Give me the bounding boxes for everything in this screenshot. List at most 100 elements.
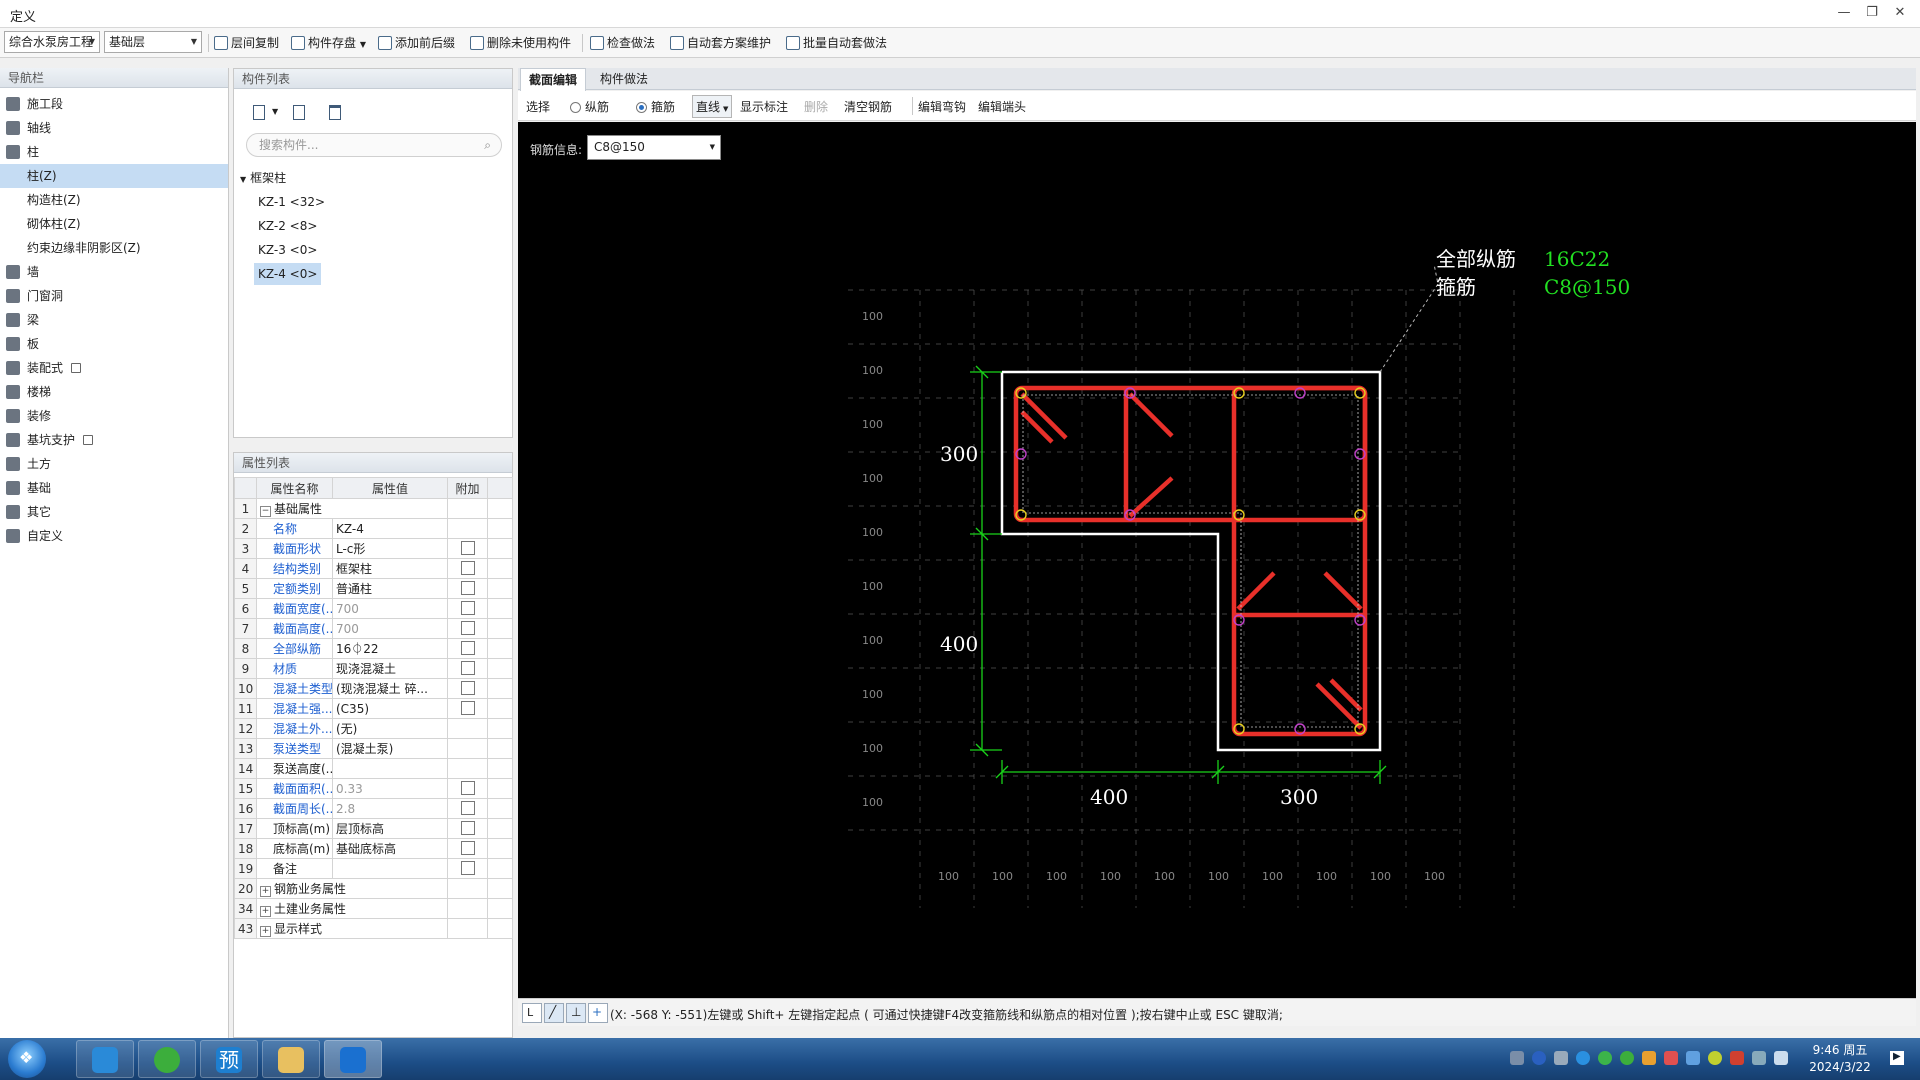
table-row[interactable]: 5 定额类别 普通柱 bbox=[234, 578, 513, 599]
component-item-kz2[interactable]: KZ-2 <8> bbox=[258, 215, 317, 237]
delete-unused-button[interactable]: 删除未使用构件 bbox=[470, 33, 571, 53]
stirrup-radio[interactable]: 箍筋 bbox=[636, 98, 675, 115]
edit-hook-button[interactable]: 编辑弯钩 bbox=[918, 98, 966, 115]
tree-group-frame-column[interactable]: ▼ 框架柱 bbox=[240, 167, 286, 189]
taskbar-app-preview[interactable]: 预 bbox=[200, 1040, 258, 1078]
table-row[interactable]: 14 泵送高度(... bbox=[234, 758, 513, 779]
nav-item-beam[interactable]: 梁 bbox=[0, 308, 228, 332]
perpendicular-button[interactable]: ⊥ bbox=[566, 1003, 586, 1023]
attach-checkbox[interactable] bbox=[460, 801, 475, 815]
long-bar-radio[interactable]: 纵筋 bbox=[570, 98, 609, 115]
start-button[interactable]: ❖ bbox=[8, 1040, 46, 1078]
table-row[interactable]: 9 材质 现浇混凝土 bbox=[234, 658, 513, 679]
tray-status-icon[interactable] bbox=[1708, 1051, 1722, 1065]
property-value[interactable] bbox=[332, 858, 448, 879]
point-snap-button[interactable]: + bbox=[588, 1003, 608, 1023]
nav-item-door-window[interactable]: 门窗洞 bbox=[0, 284, 228, 308]
component-item-kz1[interactable]: KZ-1 <32> bbox=[258, 191, 325, 213]
nav-item-foundation[interactable]: 基础 bbox=[0, 476, 228, 500]
property-value[interactable]: 框架柱 bbox=[332, 558, 448, 579]
copy-between-floors-button[interactable]: 层间复制 bbox=[214, 33, 279, 53]
collapse-icon[interactable]: − bbox=[260, 506, 271, 517]
taskbar-app-browser[interactable] bbox=[138, 1040, 196, 1078]
table-row[interactable]: 8 全部纵筋 16⏀22 bbox=[234, 638, 513, 659]
table-row[interactable]: 6 截面宽度(... 700 bbox=[234, 598, 513, 619]
attach-checkbox[interactable] bbox=[460, 781, 475, 795]
property-value[interactable]: 0.33 bbox=[332, 778, 448, 799]
tray-volume-muted-icon[interactable] bbox=[1730, 1051, 1744, 1065]
component-item-kz3[interactable]: KZ-3 <0> bbox=[258, 239, 317, 261]
auto-scheme-button[interactable]: 自动套方案维护 bbox=[670, 33, 771, 53]
attach-checkbox[interactable] bbox=[460, 681, 475, 695]
table-row[interactable]: 2 名称 KZ-4 bbox=[234, 518, 513, 539]
tab-component-method[interactable]: 构件做法 bbox=[592, 68, 656, 90]
attach-checkbox[interactable] bbox=[460, 641, 475, 655]
restore-button[interactable]: ❐ bbox=[1862, 4, 1882, 22]
tray-speaker-icon[interactable] bbox=[1774, 1051, 1788, 1065]
edit-end-button[interactable]: 编辑端头 bbox=[978, 98, 1026, 115]
nav-item-pit-support[interactable]: 基坑支护 bbox=[0, 428, 228, 452]
table-row[interactable]: 13 泵送类型 (混凝土泵) bbox=[234, 738, 513, 759]
table-row[interactable]: 16 截面周长(... 2.8 bbox=[234, 798, 513, 819]
table-row[interactable]: 18 底标高(m) 基础底标高 bbox=[234, 838, 513, 859]
table-row[interactable]: 43 + 显示样式 bbox=[234, 918, 513, 939]
tray-network-icon[interactable] bbox=[1686, 1051, 1700, 1065]
section-canvas[interactable]: 钢筋信息: C8@150 ▼ 100 100 100 100 100 100 100 100 10… bbox=[518, 122, 1916, 998]
table-row[interactable]: 17 顶标高(m) 层顶标高 bbox=[234, 818, 513, 839]
clock[interactable]: 9:46 周五 2024/3/22 bbox=[1800, 1042, 1880, 1076]
batch-auto-method-button[interactable]: 批量自动套做法 bbox=[786, 33, 887, 53]
show-label-button[interactable]: 显示标注 bbox=[740, 98, 788, 115]
table-row[interactable]: 11 混凝土强... (C35) bbox=[234, 698, 513, 719]
nav-item-decoration[interactable]: 装修 bbox=[0, 404, 228, 428]
new-component-button[interactable] bbox=[248, 102, 270, 124]
attach-checkbox[interactable] bbox=[460, 661, 475, 675]
nav-item-slab[interactable]: 板 bbox=[0, 332, 228, 356]
project-combo[interactable]: 综合水泵房工程 ▼ bbox=[4, 31, 100, 53]
nav-item-construction-section[interactable]: 施工段 bbox=[0, 92, 228, 116]
table-row[interactable]: 12 混凝土外... (无) bbox=[234, 718, 513, 739]
nav-item-boundary-zone[interactable]: 约束边缘非阴影区(Z) bbox=[0, 236, 228, 260]
property-value[interactable]: KZ-4 bbox=[332, 518, 448, 539]
show-desktop-button[interactable]: ▶ bbox=[1890, 1051, 1904, 1065]
property-value[interactable]: 16⏀22 bbox=[332, 638, 448, 659]
property-value[interactable] bbox=[332, 758, 448, 779]
table-row[interactable]: 10 混凝土类型 (现浇混凝土 碎... bbox=[234, 678, 513, 699]
property-value[interactable]: 普通柱 bbox=[332, 578, 448, 599]
minimize-button[interactable]: — bbox=[1834, 4, 1854, 22]
nav-item-custom[interactable]: 自定义 bbox=[0, 524, 228, 548]
tray-app-icon[interactable] bbox=[1642, 1051, 1656, 1065]
table-row[interactable]: 1− 基础属性 bbox=[234, 498, 513, 519]
attach-checkbox[interactable] bbox=[460, 841, 475, 855]
nav-item-wall[interactable]: 墙 bbox=[0, 260, 228, 284]
tray-g-icon[interactable] bbox=[1576, 1051, 1590, 1065]
property-value[interactable]: 层顶标高 bbox=[332, 818, 448, 839]
property-value[interactable]: (混凝土泵) bbox=[332, 738, 448, 759]
component-item-kz4[interactable]: KZ-4 <0> bbox=[254, 263, 322, 285]
table-row[interactable]: 4 结构类别 框架柱 bbox=[234, 558, 513, 579]
property-value[interactable]: L-c形 bbox=[332, 538, 448, 559]
floor-combo[interactable]: 基础层 ▼ bbox=[104, 31, 202, 53]
table-row[interactable]: 19 备注 bbox=[234, 858, 513, 879]
expand-icon[interactable]: + bbox=[260, 886, 271, 897]
attach-checkbox[interactable] bbox=[460, 701, 475, 715]
table-row[interactable]: 34 + 土建业务属性 bbox=[234, 898, 513, 919]
delete-button[interactable]: 删除 bbox=[804, 98, 828, 115]
expand-icon[interactable]: + bbox=[260, 906, 271, 917]
property-value[interactable]: 基础底标高 bbox=[332, 838, 448, 859]
attach-checkbox[interactable] bbox=[460, 561, 475, 575]
chevron-down-icon[interactable]: ▼ bbox=[272, 107, 278, 116]
attach-checkbox[interactable] bbox=[460, 621, 475, 635]
tray-keyboard-icon[interactable] bbox=[1510, 1051, 1524, 1065]
add-prefix-suffix-button[interactable]: 添加前后缀 bbox=[378, 33, 455, 53]
delete-component-button[interactable] bbox=[324, 102, 346, 124]
nav-item-other[interactable]: 其它 bbox=[0, 500, 228, 524]
attach-checkbox[interactable] bbox=[460, 601, 475, 615]
attach-checkbox[interactable] bbox=[460, 861, 475, 875]
table-row[interactable]: 3 截面形状 L-c形 bbox=[234, 538, 513, 559]
table-row[interactable]: 15 截面面积(... 0.33 bbox=[234, 778, 513, 799]
taskbar-app-explorer[interactable] bbox=[262, 1040, 320, 1078]
attach-checkbox[interactable] bbox=[460, 581, 475, 595]
search-component-input[interactable]: 搜索构件... ⌕ bbox=[246, 133, 502, 157]
nav-item-earthwork[interactable]: 土方 bbox=[0, 452, 228, 476]
tray-browser-icon[interactable] bbox=[1620, 1051, 1634, 1065]
